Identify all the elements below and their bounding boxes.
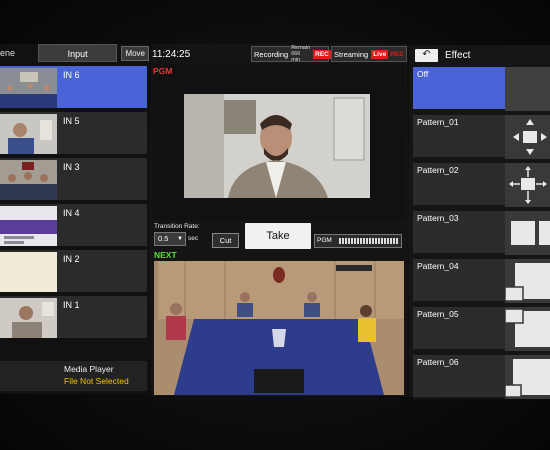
stream-rec-badge: REC [390, 50, 404, 58]
media-player-item[interactable]: Media Player File Not Selected [0, 361, 147, 391]
streaming-status-button[interactable]: Streaming Live REC [331, 46, 407, 62]
next-label: NEXT [154, 250, 177, 260]
effect-item-pattern-06[interactable]: Pattern_06 [413, 355, 550, 399]
take-button[interactable]: Take [245, 223, 311, 249]
corner-bottom-left-icon [504, 259, 550, 303]
effect-panel: ↶ Effect Off Pattern_01 Pattern_02 Patte… [409, 45, 550, 399]
pgm-audio-meter: PGM [314, 234, 402, 248]
sec-label: sec [188, 235, 199, 242]
effect-panel-header: ↶ Effect [409, 45, 550, 65]
input-panel-header: ene Input Move [0, 44, 149, 62]
streaming-label: Streaming [334, 49, 369, 59]
effect-item-pattern-01[interactable]: Pattern_01 [413, 115, 550, 159]
effect-label: Pattern_01 [417, 117, 459, 127]
media-player-status: File Not Selected [64, 376, 129, 386]
media-player-label: Media Player [64, 364, 114, 374]
back-arrow-icon[interactable]: ↶ [415, 48, 438, 62]
input-item-in5[interactable]: IN 5 [0, 112, 147, 156]
input-thumbnail [0, 298, 57, 338]
scene-tab[interactable]: ene [0, 48, 38, 58]
input-thumbnail [0, 68, 57, 108]
input-item-in6[interactable]: IN 6 [0, 66, 147, 110]
input-item-in4[interactable]: IN 4 [0, 204, 147, 248]
transition-rate-value: 0.5 [158, 234, 169, 243]
input-panel: ene Input Move IN 6 IN 5 IN 3 IN 4 IN 2 … [0, 44, 149, 394]
effect-item-off[interactable]: Off [413, 67, 550, 111]
cross-arrows-out-icon [505, 163, 550, 207]
input-label: IN 3 [63, 162, 80, 172]
corner-bottom-left-small-icon [504, 355, 550, 399]
effect-label: Pattern_03 [417, 213, 459, 223]
transition-rate-select[interactable]: 0.5 ▼ [154, 232, 186, 246]
effect-title: Effect [445, 49, 471, 61]
clock-display: 11:24:25 [152, 48, 191, 60]
pgm-video [184, 94, 370, 198]
input-label: IN 1 [63, 300, 80, 310]
effect-label: Pattern_05 [417, 309, 459, 319]
effect-label: Pattern_06 [417, 357, 459, 367]
switcher-screen: ene Input Move IN 6 IN 5 IN 3 IN 4 IN 2 … [0, 0, 550, 450]
input-label: IN 5 [63, 116, 80, 126]
next-video [154, 261, 404, 395]
live-badge: Live [371, 49, 389, 59]
effect-label: Pattern_04 [417, 261, 459, 271]
effect-preview [505, 67, 550, 111]
cut-button[interactable]: Cut [212, 233, 239, 248]
cross-arrows-in-icon [505, 115, 550, 159]
input-tab[interactable]: Input [37, 44, 118, 62]
effect-item-pattern-02[interactable]: Pattern_02 [413, 163, 550, 207]
input-label: IN 2 [63, 254, 80, 264]
effect-item-pattern-05[interactable]: Pattern_05 [413, 307, 550, 351]
input-label: IN 6 [63, 70, 80, 80]
input-thumbnail [0, 160, 57, 200]
effect-label: Pattern_02 [417, 165, 459, 175]
split-horizontal-icon [505, 211, 550, 255]
input-thumbnail [0, 252, 57, 292]
input-thumbnail [0, 114, 57, 154]
move-button[interactable]: Move [121, 45, 149, 61]
corner-top-left-icon [504, 307, 550, 351]
recording-label: Recording [254, 49, 289, 59]
pgm-label: PGM [153, 66, 173, 76]
effect-item-pattern-03[interactable]: Pattern_03 [413, 211, 550, 255]
rec-badge: REC [313, 49, 331, 59]
input-item-in2[interactable]: IN 2 [0, 250, 147, 294]
recording-remain: Remain 666 min [291, 45, 311, 63]
input-item-in1[interactable]: IN 1 [0, 296, 147, 340]
input-label: IN 4 [63, 208, 80, 218]
recording-status-button[interactable]: Recording Remain 666 min REC [251, 45, 331, 63]
transition-rate-label: Transition Rate: [154, 223, 200, 230]
input-thumbnail [0, 206, 57, 246]
input-item-in3[interactable]: IN 3 [0, 158, 147, 202]
audio-level-bars [339, 238, 399, 244]
pgm-meter-label: PGM [317, 237, 332, 244]
program-panel: 11:24:25 Recording Remain 666 min REC Str… [151, 44, 407, 396]
effect-label: Off [417, 69, 429, 79]
chevron-down-icon: ▼ [177, 236, 183, 242]
effect-item-pattern-04[interactable]: Pattern_04 [413, 259, 550, 303]
